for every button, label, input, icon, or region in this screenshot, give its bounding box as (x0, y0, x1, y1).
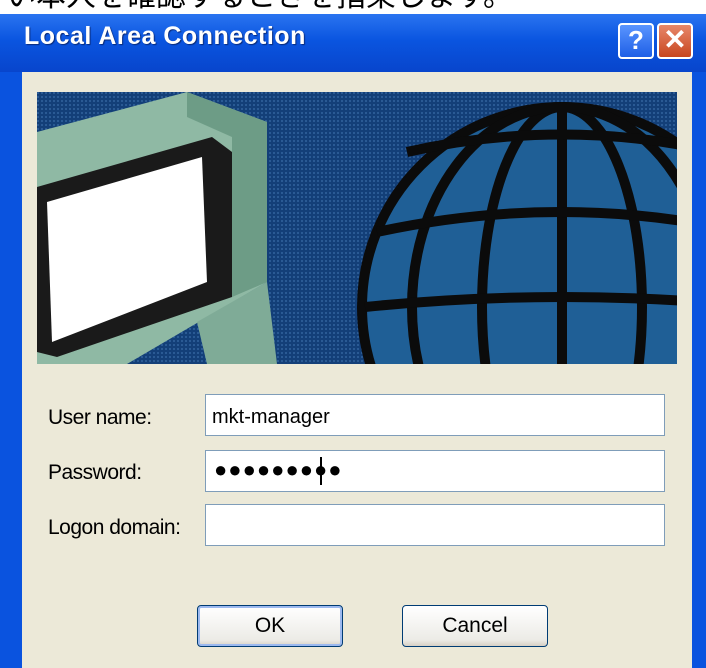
username-field[interactable] (205, 394, 665, 436)
computer-monitor-icon (37, 92, 277, 364)
banner-illustration (37, 92, 677, 364)
cancel-button[interactable]: Cancel (402, 605, 548, 647)
logon-domain-field[interactable] (205, 504, 665, 546)
password-mask: ●●●●●●●●● (214, 457, 343, 482)
logon-domain-label: Logon domain: (48, 516, 181, 539)
dialog-title: Local Area Connection (24, 22, 306, 50)
password-field[interactable]: ●●●●●●●●● (205, 450, 665, 492)
page-caption: い本人を確認するときを指架します。 (0, 0, 706, 14)
text-caret (320, 457, 322, 485)
help-icon[interactable]: ? (618, 23, 654, 59)
password-label: Password: (48, 461, 142, 484)
title-bar[interactable]: Local Area Connection ? ✕ (0, 14, 706, 72)
connection-banner (37, 92, 677, 364)
close-icon[interactable]: ✕ (657, 23, 693, 59)
ok-button[interactable]: OK (197, 605, 343, 647)
dialog-window: Local Area Connection ? ✕ User name: mkt… (0, 14, 706, 668)
dialog-client-area: User name: Password: ●●●●●●●●● Logon dom… (22, 72, 692, 668)
username-label: User name: (48, 406, 152, 429)
